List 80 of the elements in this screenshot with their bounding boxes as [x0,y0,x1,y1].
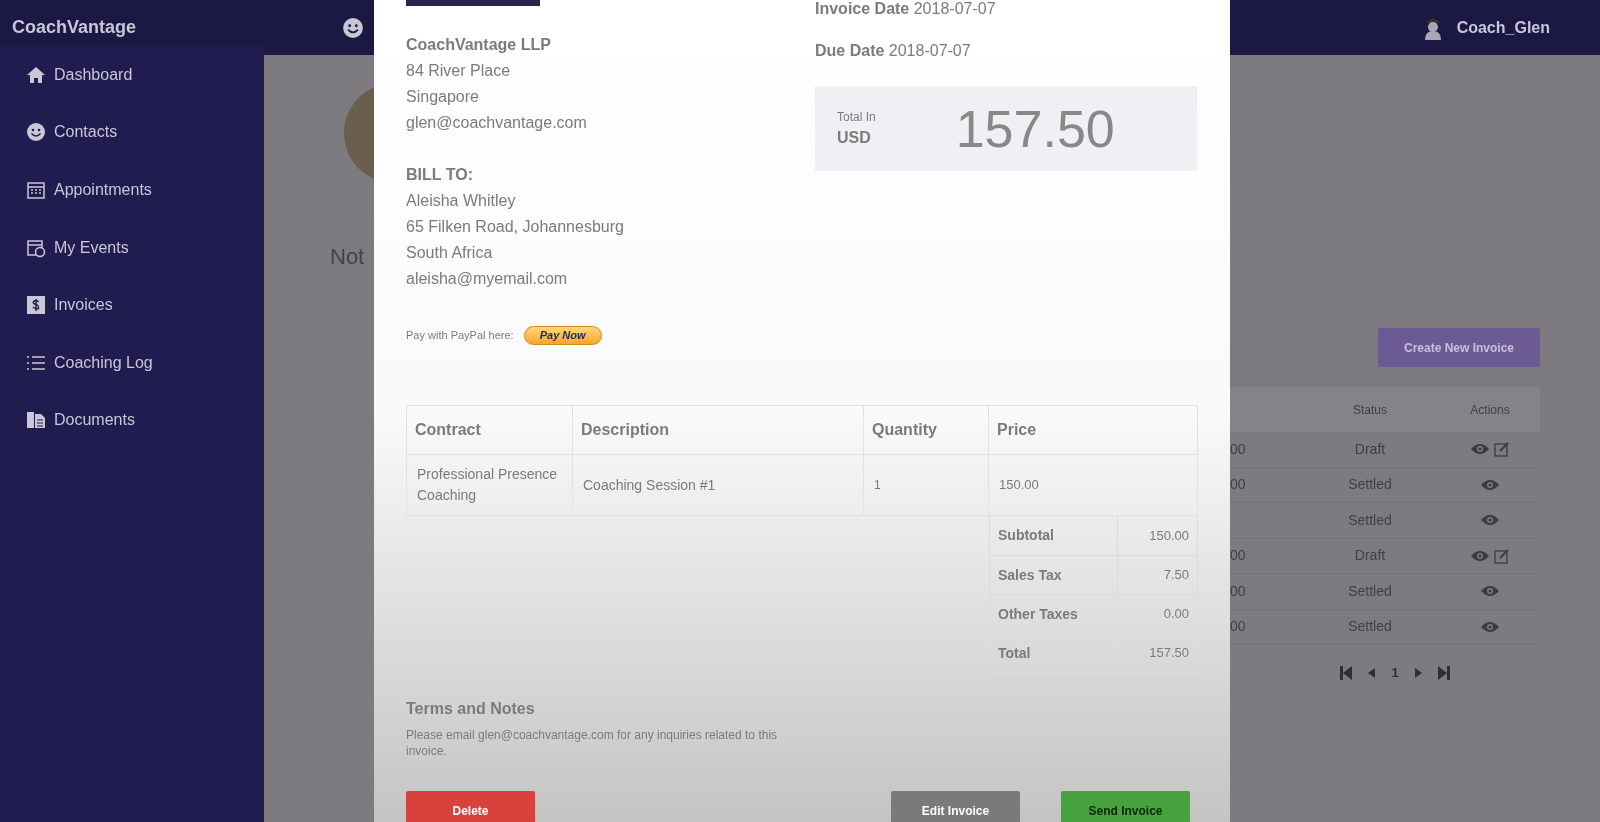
table-cell: 00 [1230,582,1246,599]
smiley-icon[interactable] [342,16,364,39]
total-amount: 157.50 [955,98,1115,160]
view-icon[interactable] [1480,514,1500,527]
sender-line: glen@coachvantage.com [406,113,588,133]
totals-label: Subtotal [998,526,1054,545]
table-cell: 00 [1230,476,1246,493]
totals-label: Other Taxes [998,604,1078,624]
table-cell: 00 [1230,547,1246,564]
edit-icon[interactable] [1494,441,1510,458]
delete-button[interactable]: Delete [406,791,535,822]
edit-invoice-button[interactable]: Edit Invoice [891,791,1020,822]
totals-label: Sales Tax [998,565,1062,585]
bill-to-line: 65 Filken Road, Johannesburg [406,217,625,237]
view-icon[interactable] [1480,620,1500,633]
bill-to-line: South Africa [406,243,494,263]
bill-to-line: Aleisha Whitley [406,191,517,211]
sidebar-item[interactable]: Appointments [26,161,264,219]
documents-icon [26,410,46,431]
table-cell: 00 [1230,440,1246,457]
column-header: Actions [1469,401,1511,419]
last-page-icon[interactable] [1437,665,1450,680]
status-cell-text: Draft [1354,439,1386,459]
pay-now-button[interactable]: Pay Now [523,326,602,345]
edit-icon[interactable] [1494,547,1510,564]
view-icon[interactable] [1470,443,1490,456]
send-invoice-button[interactable]: Send Invoice [1061,791,1190,822]
next-page-icon[interactable] [1414,667,1422,678]
sidebar-item[interactable]: Coaching Log [26,333,264,392]
table-cell-text: 150.00 [999,476,1039,495]
sender-line: CoachVantage LLP [406,35,552,55]
paypal-label: Pay with PayPal here: [406,328,514,344]
column-header: Status [1352,401,1388,419]
status-cell-text: Draft [1354,546,1386,566]
page-heading: Not [330,243,365,271]
table-cell-text: Coaching Session #1 [583,475,716,495]
first-page-icon[interactable] [1340,665,1353,680]
calendar-icon [26,180,46,200]
totals-value: 7.50 [1163,566,1189,585]
status-cell-text: Settled [1348,510,1392,530]
status-cell-text: Settled [1348,617,1392,637]
view-icon[interactable] [1470,549,1490,562]
due-date: Due Date 2018-07-07 [815,42,972,60]
sidebar-item[interactable]: Dashboard [26,46,264,104]
total-label: Total In [837,108,876,126]
invoice-date: Invoice Date 2018-07-07 [815,0,997,18]
currency: USD [837,127,872,148]
view-icon[interactable] [1480,585,1500,598]
sidebar-item[interactable]: My Events [26,218,264,277]
sidebar-item[interactable]: Documents [26,391,264,450]
terms-heading: Terms and Notes [406,699,536,719]
user-avatar-icon[interactable] [1422,15,1443,40]
column-header: Contract [415,420,481,440]
table-cell-text: Professional Presence Coaching [417,465,559,505]
dollar-icon [26,295,46,316]
sidebar-item[interactable]: Invoices [26,276,264,334]
sender-line: Singapore [406,87,480,107]
sender-line: 84 River Place [406,61,512,81]
table-cell-text: 1 [874,477,881,494]
view-icon[interactable] [1480,478,1500,491]
user-name[interactable]: Coach_Glen [1456,15,1550,40]
status-cell-text: Settled [1348,475,1392,495]
calendar-clock-icon [26,237,46,258]
status-cell-text: Settled [1348,581,1392,601]
terms-text: Please email glen@coachvantage.com for any inquiries related to this invoice. [406,727,779,759]
totals-value: 0.00 [1163,605,1189,624]
smiley-icon [26,122,46,143]
sidebar-item[interactable]: Contacts [26,103,264,162]
totals-value: 157.50 [1149,644,1189,663]
brand-name[interactable]: CoachVantage [12,17,137,37]
column-header: Price [997,420,1037,440]
home-icon [26,64,46,85]
bill-to-heading: BILL TO: [406,165,474,185]
table-cell: 00 [1230,618,1246,635]
column-header: Quantity [872,420,937,440]
previous-page-icon[interactable] [1368,667,1376,678]
column-header: Description [581,420,669,440]
totals-value: 150.00 [1149,526,1189,545]
bill-to-line: aleisha@myemail.com [406,269,569,289]
totals-label: Total [998,643,1031,663]
